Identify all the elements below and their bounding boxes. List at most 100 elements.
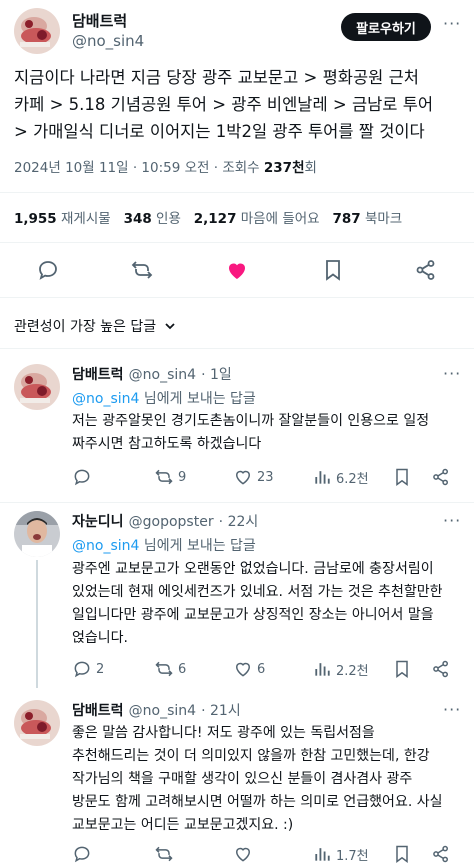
reply-text-line: 추천해드리는 것이 더 의미있지 않을까 한참 고민했는데, 한강 [72,748,430,764]
reply-action-repost[interactable] [154,844,178,864]
quotes-stat[interactable]: 348 인용 [124,211,181,227]
like-icon[interactable] [233,659,253,679]
reply-author-name[interactable]: 담배트럭 [72,367,124,383]
reply-sort-dropdown[interactable]: 관련성이 가장 높은 답글 [14,316,176,336]
more-options-icon[interactable]: ··· [443,700,461,719]
reply-action-reply[interactable] [72,844,96,864]
bookmarks-stat[interactable]: 787 북마크 [332,211,402,227]
reply-author-handle[interactable]: @no_sin4 [129,367,196,383]
chevron-down-icon [164,320,176,332]
views-icon[interactable] [312,844,332,864]
thread-line [36,560,38,688]
reply-avatar[interactable] [14,364,60,410]
views-suffix: 회 [304,160,317,176]
repost-icon[interactable] [154,659,174,679]
reply-icon[interactable] [36,258,60,282]
reply-text-line: 방문도 함께 고려해보시면 어떨까 하는 의미로 언급했어요. 사실 [72,794,443,810]
share-icon[interactable] [414,258,438,282]
reply-action-reply[interactable] [72,467,96,487]
reply-text-line: 일입니다만 광주에 교보문고가 상징적인 장소는 아니어서 말을 [72,607,434,623]
like-icon[interactable] [225,258,249,282]
reply-action-reply[interactable]: 2 [72,659,104,679]
reply-text: 광주엔 교보문고가 오랜동안 없었습니다. 금남로에 충장서림이 있었는데 현재… [72,558,468,650]
views-count: 1.7천 [336,848,369,864]
timestamp-text[interactable]: 2024년 10월 11일 · 10:59 오전 · 조회수 [14,160,264,176]
replying-to: @no_sin4 님에게 보내는 답글 [72,388,256,408]
reply-icon[interactable] [72,659,92,679]
replying-to-handle[interactable]: @no_sin4 [72,538,139,554]
reply-action-like[interactable] [233,844,257,864]
post-text: 지금이다 나라면 지금 당장 광주 교보문고 > 평화공원 근처 카페 > 5.… [14,64,464,145]
repost-icon[interactable] [130,258,154,282]
reply-author-name[interactable]: 담배트럭 [72,703,124,719]
reply-text: 좋은 말씀 감사합니다! 저도 광주에 있는 독립서점을 추천해드리는 것이 더… [72,722,468,837]
replying-to: @no_sin4 님에게 보내는 답글 [72,535,256,555]
author-avatar[interactable] [14,8,60,54]
reply-avatar[interactable] [14,700,60,746]
bookmark-icon[interactable] [392,844,412,864]
like-icon[interactable] [233,467,253,487]
divider [0,297,474,298]
replying-to-handle[interactable]: @no_sin4 [72,391,139,407]
reply-action-like[interactable]: 23 [233,467,274,487]
reply-action-repost[interactable]: 9 [154,467,186,487]
share-icon[interactable] [431,844,451,864]
like-icon[interactable] [233,844,253,864]
reply-sort-label: 관련성이 가장 높은 답글 [14,319,157,335]
reply-icon[interactable] [72,467,92,487]
author-name[interactable]: 담배트럭 [72,10,127,31]
reply-action-repost[interactable]: 6 [154,659,186,679]
reply-icon[interactable] [72,844,92,864]
views-icon[interactable] [312,467,332,487]
reply-time[interactable]: · 21시 [201,703,241,719]
repost-count: 9 [178,469,187,485]
reply-text-line: 교보문고는 어디든 교보문고겠지요. :) [72,817,294,833]
reply-text-line: 작가님의 책을 구매할 생각이 있으신 분들이 겸사겸사 광주 [72,771,413,787]
more-options-icon[interactable]: ··· [443,14,461,33]
post-timestamp[interactable]: 2024년 10월 11일 · 10:59 오전 · 조회수 237천회 [14,156,317,176]
views-icon[interactable] [312,659,332,679]
like-count: 6 [257,661,266,677]
reply-time[interactable]: · 1일 [201,367,232,383]
divider [0,502,474,503]
divider [0,192,474,193]
repost-icon[interactable] [154,467,174,487]
reply-count: 2 [96,661,105,677]
share-icon[interactable] [431,467,451,487]
bookmark-icon[interactable] [392,659,412,679]
views-count: 2.2천 [336,663,369,679]
reply-text-line: 광주엔 교보문고가 오랜동안 없었습니다. 금남로에 충장서림이 [72,561,434,577]
post-text-line: 지금이다 나라면 지금 당장 광주 교보문고 > 평화공원 근처 [14,68,419,87]
follow-button[interactable]: 팔로우하기 [341,13,431,41]
reply-header: 담배트럭 @no_sin4 · 21시 [72,700,241,720]
reply-action-views[interactable]: 6.2천 [312,467,369,487]
more-options-icon[interactable]: ··· [443,511,461,530]
reply-action-views[interactable]: 2.2천 [312,659,369,679]
bookmark-icon[interactable] [392,467,412,487]
replying-to-suffix: 님에게 보내는 답글 [139,391,256,407]
like-count: 23 [257,469,274,485]
reply-action-like[interactable]: 6 [233,659,265,679]
likes-stat[interactable]: 2,127 마음에 들어요 [194,211,320,227]
bookmark-icon[interactable] [321,258,345,282]
reply-text-line: 있었는데 현재 에잇세컨즈가 있네요. 서점 가는 것은 추천할만한 [72,584,443,600]
share-icon[interactable] [431,659,451,679]
author-handle[interactable]: @no_sin4 [72,32,144,50]
reply-author-name[interactable]: 자눈디니 [72,514,124,530]
reply-header: 자눈디니 @gopopster · 22시 [72,511,258,531]
reply-avatar[interactable] [14,511,60,557]
reply-action-views[interactable]: 1.7천 [312,844,369,864]
views-count: 6.2천 [336,471,369,487]
post-text-line: > 가매일식 디너로 이어지는 1박2일 광주 투어를 짤 것이다 [14,122,425,141]
repost-count: 6 [178,661,187,677]
repost-icon[interactable] [154,844,174,864]
reply-author-handle[interactable]: @gopopster [129,514,214,530]
more-options-icon[interactable]: ··· [443,364,461,383]
reply-author-handle[interactable]: @no_sin4 [129,703,196,719]
reply-text-line: 짜주시면 참고하도록 하겠습니다 [72,436,262,452]
views-count: 237천 [263,160,305,176]
reposts-stat[interactable]: 1,955 재게시물 [14,211,111,227]
reply-time[interactable]: · 22시 [219,514,259,530]
post-stats: 1,955 재게시물 348 인용 2,127 마음에 들어요 787 북마크 [14,207,402,227]
divider [0,348,474,349]
